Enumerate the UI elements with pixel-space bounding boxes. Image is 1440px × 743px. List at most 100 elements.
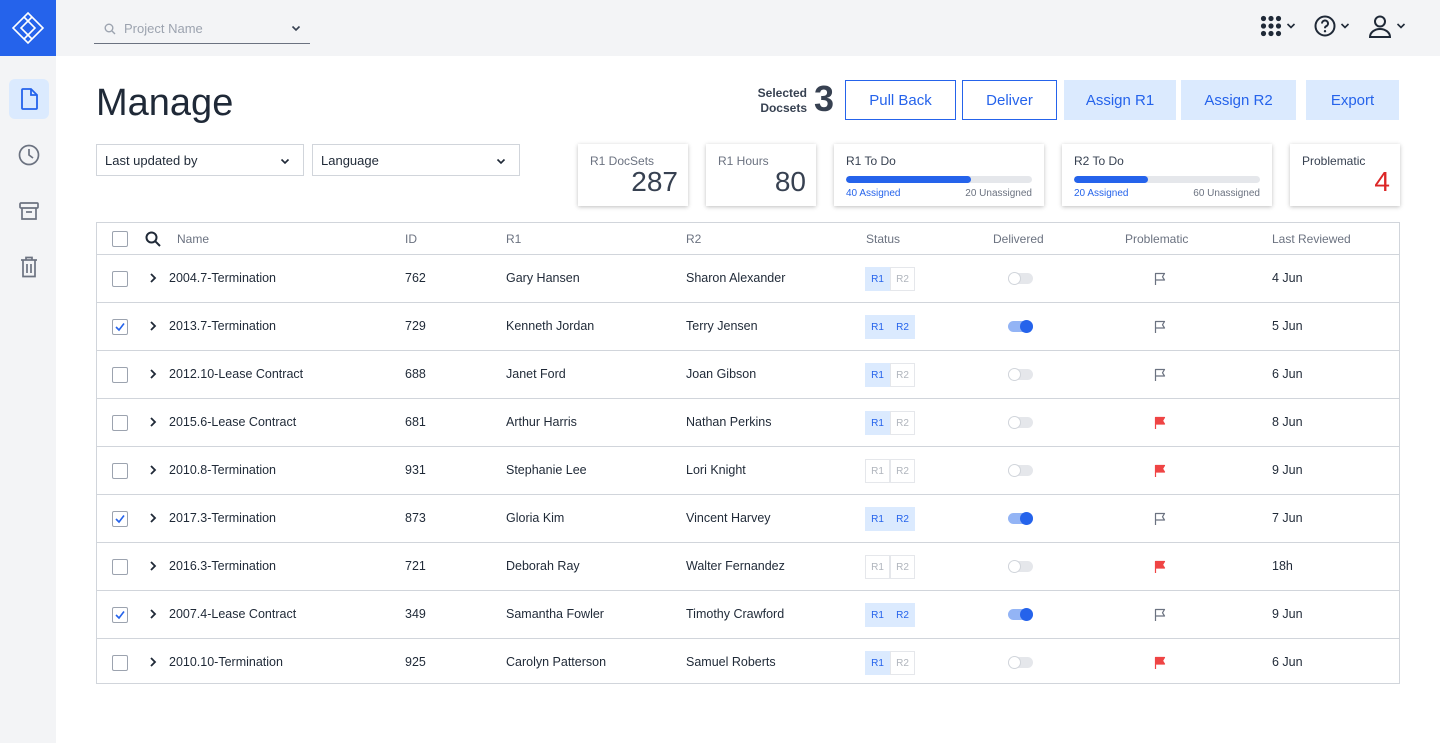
row-checkbox[interactable]	[112, 319, 128, 335]
row-last-reviewed: 18h	[1272, 559, 1293, 573]
app-logo[interactable]	[0, 0, 56, 56]
docsets-table: Name ID R1 R2 Status Delivered Problemat…	[96, 222, 1400, 684]
flag-icon[interactable]	[1154, 272, 1166, 286]
row-checkbox[interactable]	[112, 463, 128, 479]
flag-icon[interactable]	[1154, 320, 1166, 334]
table-row[interactable]: 2017.3-Termination 873 Gloria Kim Vincent H…	[97, 495, 1399, 543]
row-checkbox[interactable]	[112, 655, 128, 671]
row-last-reviewed: 9 Jun	[1272, 607, 1303, 621]
flag-icon[interactable]	[1154, 368, 1166, 382]
column-header-r2[interactable]: R2	[686, 232, 701, 246]
page-title: Manage	[96, 82, 234, 124]
chevron-right-icon[interactable]	[147, 559, 159, 573]
export-button[interactable]: Export	[1306, 80, 1399, 120]
chevron-right-icon[interactable]	[147, 463, 159, 477]
row-name[interactable]: 2015.6-Lease Contract	[169, 415, 296, 429]
delivered-toggle[interactable]	[1008, 320, 1033, 333]
column-header-status[interactable]: Status	[866, 232, 900, 246]
chevron-right-icon[interactable]	[147, 319, 159, 333]
help-menu-button[interactable]	[1314, 15, 1350, 37]
column-header-id[interactable]: ID	[405, 232, 417, 246]
assign-r1-button[interactable]: Assign R1	[1064, 80, 1176, 120]
sidebar-item-history[interactable]	[9, 135, 49, 175]
table-row[interactable]: 2015.6-Lease Contract 681 Arthur Harris Nat…	[97, 399, 1399, 447]
row-last-reviewed: 4 Jun	[1272, 271, 1303, 285]
flag-icon[interactable]	[1154, 608, 1166, 622]
delivered-toggle[interactable]	[1008, 560, 1033, 573]
row-checkbox[interactable]	[112, 415, 128, 431]
chevron-right-icon[interactable]	[147, 511, 159, 525]
r1-hours-card: R1 Hours 80	[706, 144, 816, 206]
row-r1-reviewer: Gloria Kim	[506, 511, 565, 525]
row-name[interactable]: 2013.7-Termination	[169, 319, 276, 333]
chevron-right-icon[interactable]	[147, 367, 159, 381]
chevron-down-icon	[1340, 23, 1350, 29]
table-row[interactable]: 2007.4-Lease Contract 349 Samantha Fowler T…	[97, 591, 1399, 639]
last-updated-by-filter[interactable]: Last updated by	[96, 144, 304, 176]
delivered-toggle[interactable]	[1008, 272, 1033, 285]
sidebar-item-trash[interactable]	[9, 247, 49, 287]
row-name[interactable]: 2016.3-Termination	[169, 559, 276, 573]
status-r2: R2	[890, 315, 915, 339]
trash-icon	[21, 256, 37, 278]
search-icon[interactable]	[145, 231, 161, 247]
user-menu-button[interactable]	[1368, 14, 1406, 38]
table-row[interactable]: 2013.7-Termination 729 Kenneth Jordan Terry…	[97, 303, 1399, 351]
language-filter[interactable]: Language	[312, 144, 520, 176]
chevron-down-icon	[496, 158, 506, 165]
column-header-problematic[interactable]: Problematic	[1125, 232, 1188, 246]
deliver-button[interactable]: Deliver	[962, 80, 1057, 120]
column-header-delivered[interactable]: Delivered	[993, 232, 1044, 246]
row-r1-reviewer: Samantha Fowler	[506, 607, 604, 621]
table-row[interactable]: 2010.10-Termination 925 Carolyn Patterson S…	[97, 639, 1399, 687]
row-id: 349	[405, 607, 426, 621]
chevron-right-icon[interactable]	[147, 655, 159, 669]
delivered-toggle[interactable]	[1008, 656, 1033, 669]
column-header-last-reviewed[interactable]: Last Reviewed	[1272, 232, 1351, 246]
column-header-name[interactable]: Name	[177, 232, 209, 246]
row-name[interactable]: 2007.4-Lease Contract	[169, 607, 296, 621]
row-name[interactable]: 2010.8-Termination	[169, 463, 276, 477]
assign-r2-button[interactable]: Assign R2	[1181, 80, 1296, 120]
chevron-right-icon[interactable]	[147, 415, 159, 429]
sidebar-item-archive[interactable]	[9, 191, 49, 231]
chevron-right-icon[interactable]	[147, 607, 159, 621]
pull-back-button[interactable]: Pull Back	[845, 80, 956, 120]
chevron-right-icon[interactable]	[147, 271, 159, 285]
delivered-toggle[interactable]	[1008, 416, 1033, 429]
row-id: 925	[405, 655, 426, 669]
row-name[interactable]: 2010.10-Termination	[169, 655, 283, 669]
row-name[interactable]: 2017.3-Termination	[169, 511, 276, 525]
table-row[interactable]: 2012.10-Lease Contract 688 Janet Ford Joan …	[97, 351, 1399, 399]
row-last-reviewed: 9 Jun	[1272, 463, 1303, 477]
flag-icon[interactable]	[1154, 560, 1166, 574]
row-checkbox[interactable]	[112, 607, 128, 623]
apps-menu-button[interactable]	[1260, 15, 1296, 37]
flag-icon[interactable]	[1154, 512, 1166, 526]
status-r1: R1	[865, 315, 890, 339]
select-all-checkbox[interactable]	[112, 231, 128, 247]
column-header-r1[interactable]: R1	[506, 232, 521, 246]
row-checkbox[interactable]	[112, 367, 128, 383]
table-row[interactable]: 2004.7-Termination 762 Gary Hansen Sharon A…	[97, 255, 1399, 303]
row-checkbox[interactable]	[112, 559, 128, 575]
row-name[interactable]: 2004.7-Termination	[169, 271, 276, 285]
flag-icon[interactable]	[1154, 656, 1166, 670]
sidebar-item-documents[interactable]	[9, 79, 49, 119]
flag-icon[interactable]	[1154, 416, 1166, 430]
row-checkbox[interactable]	[112, 271, 128, 287]
delivered-toggle[interactable]	[1008, 608, 1033, 621]
r1-hours-label: R1 Hours	[718, 154, 769, 168]
toggle-knob	[1008, 464, 1021, 477]
delivered-toggle[interactable]	[1008, 368, 1033, 381]
delivered-toggle[interactable]	[1008, 512, 1033, 525]
table-row[interactable]: 2016.3-Termination 721 Deborah Ray Walter F…	[97, 543, 1399, 591]
project-select[interactable]: Project Name	[94, 14, 310, 44]
row-name[interactable]: 2012.10-Lease Contract	[169, 367, 303, 381]
flag-icon[interactable]	[1154, 464, 1166, 478]
table-row[interactable]: 2010.8-Termination 931 Stephanie Lee Lori K…	[97, 447, 1399, 495]
row-checkbox[interactable]	[112, 511, 128, 527]
delivered-toggle[interactable]	[1008, 464, 1033, 477]
row-r2-reviewer: Samuel Roberts	[686, 655, 776, 669]
row-id: 688	[405, 367, 426, 381]
